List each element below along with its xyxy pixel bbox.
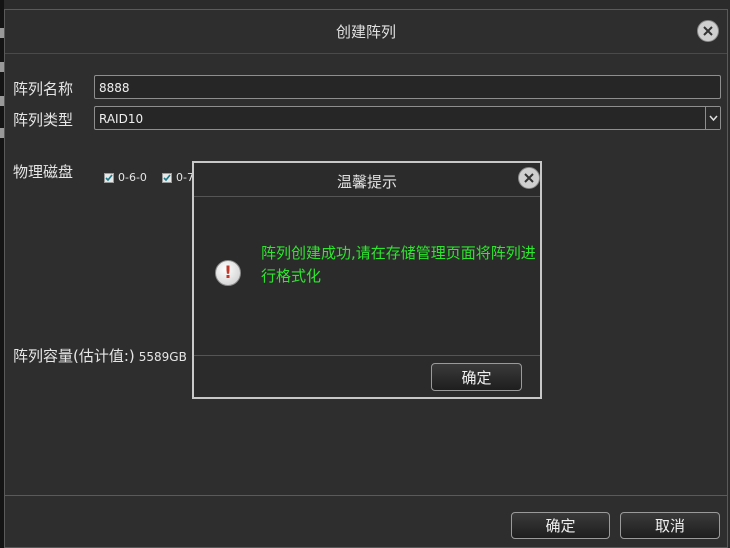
modal-title: 温馨提示: [336, 173, 397, 191]
physical-disk-label: 物理磁盘: [13, 163, 74, 181]
close-icon: [703, 26, 713, 36]
array-type-select[interactable]: RAID10: [94, 106, 721, 130]
array-capacity: 阵列容量(估计值:) 5589GB: [13, 345, 187, 366]
disk-checkbox-item[interactable]: 0-7: [162, 171, 194, 184]
capacity-value: 5589GB: [138, 350, 187, 364]
modal-message: 阵列创建成功,请在存储管理页面将阵列进行格式化: [261, 244, 536, 285]
dialog-titlebar: 创建阵列: [5, 10, 727, 54]
array-type-label: 阵列类型: [13, 111, 74, 129]
close-icon: [524, 173, 534, 183]
array-type-value: RAID10: [99, 112, 144, 126]
cancel-button[interactable]: 取消: [620, 512, 720, 539]
modal-close-button[interactable]: [518, 167, 540, 189]
ok-button[interactable]: 确定: [511, 512, 610, 539]
capacity-label: 阵列容量(估计值:): [13, 347, 135, 365]
dialog-title: 创建阵列: [335, 23, 396, 41]
disk-label: 0-6-0: [118, 171, 147, 184]
checkbox-checked-icon[interactable]: [162, 172, 172, 183]
chevron-down-icon[interactable]: [705, 107, 720, 129]
dialog-close-button[interactable]: [697, 20, 719, 42]
modal-ok-button[interactable]: 确定: [431, 363, 522, 391]
disk-checkbox-item[interactable]: 0-6-0: [104, 171, 147, 184]
divider: [194, 355, 540, 356]
tip-modal: 温馨提示 ! 阵列创建成功,请在存储管理页面将阵列进行格式化 确定: [192, 161, 542, 399]
divider: [5, 495, 727, 496]
array-name-label: 阵列名称: [13, 80, 74, 98]
warning-icon: !: [215, 260, 241, 286]
array-name-input[interactable]: 8888: [94, 75, 721, 99]
modal-titlebar: 温馨提示: [194, 163, 540, 197]
checkbox-checked-icon[interactable]: [104, 172, 114, 183]
